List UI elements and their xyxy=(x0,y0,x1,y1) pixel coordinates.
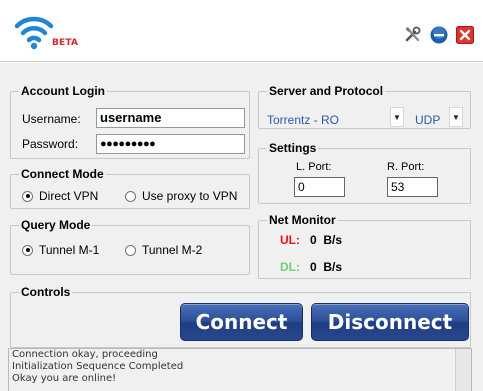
password-input[interactable]: ●●●●●●●●● xyxy=(96,134,245,154)
username-label: Username: xyxy=(22,112,81,126)
settings-group: Settings L. Port: 0 R. Port: 53 xyxy=(258,141,471,204)
net-monitor-title: Net Monitor xyxy=(267,213,338,227)
radio-tunnel-m2[interactable]: Tunnel M-2 xyxy=(125,243,202,257)
net-monitor-group: Net Monitor UL: 0 B/s DL: 0 B/s xyxy=(258,213,471,279)
chevron-down-icon: ▼ xyxy=(449,107,463,127)
server-protocol-group: Server and Protocol Torrentz - RO ▼ UDP … xyxy=(258,84,471,130)
username-input[interactable]: username xyxy=(96,108,245,128)
radio-indicator xyxy=(125,244,136,256)
radio-indicator xyxy=(22,190,33,202)
password-label: Password: xyxy=(22,137,79,151)
log-scrollbar[interactable] xyxy=(455,349,471,391)
radio-direct-vpn[interactable]: Direct VPN xyxy=(22,189,98,203)
disconnect-button[interactable]: Disconnect xyxy=(311,303,469,341)
protocol-select-value: UDP xyxy=(415,113,441,127)
controls-group: Controls Connect Disconnect xyxy=(10,285,471,348)
app-window: BETA Account Login Username: username Pa… xyxy=(0,0,483,391)
lport-label: L. Port: xyxy=(296,161,332,173)
radio-tunnel-m1[interactable]: Tunnel M-1 xyxy=(22,243,99,257)
wifi-logo-icon xyxy=(14,16,54,50)
connect-button[interactable]: Connect xyxy=(180,303,303,341)
connect-mode-title: Connect Mode xyxy=(19,167,106,181)
minimize-icon[interactable] xyxy=(430,26,448,44)
upload-label: UL: xyxy=(280,233,300,247)
radio-tunnel-m1-label: Tunnel M-1 xyxy=(39,243,100,257)
beta-badge: BETA xyxy=(52,38,79,48)
main-panel: Account Login Username: username Passwor… xyxy=(0,63,483,391)
lport-input[interactable]: 0 xyxy=(294,177,345,197)
account-login-title: Account Login xyxy=(19,84,107,98)
settings-title: Settings xyxy=(267,141,319,155)
radio-use-proxy-label: Use proxy to VPN xyxy=(142,189,238,203)
query-mode-group: Query Mode Tunnel M-1 Tunnel M-2 xyxy=(10,218,250,275)
log-line: Connection okay, proceeding xyxy=(12,349,158,360)
download-value: 0 B/s xyxy=(310,260,343,274)
header-bar: BETA xyxy=(0,0,483,62)
connect-mode-group: Connect Mode Direct VPN Use proxy to VPN xyxy=(10,167,250,209)
log-line: Initialization Sequence Completed xyxy=(12,361,184,372)
query-mode-title: Query Mode xyxy=(19,218,93,232)
rport-input[interactable]: 53 xyxy=(387,177,438,197)
server-protocol-title: Server and Protocol xyxy=(267,84,386,98)
radio-indicator xyxy=(22,244,33,256)
account-login-group: Account Login Username: username Passwor… xyxy=(10,84,250,159)
download-label: DL: xyxy=(280,260,300,274)
radio-direct-vpn-label: Direct VPN xyxy=(39,189,99,203)
server-select-value: Torrentz - RO xyxy=(267,113,340,127)
tools-icon[interactable] xyxy=(404,26,422,44)
radio-indicator xyxy=(125,190,136,202)
log-console[interactable]: Connection okay, proceeding Initializati… xyxy=(8,348,472,391)
server-select[interactable]: Torrentz - RO ▼ xyxy=(267,107,404,130)
radio-use-proxy[interactable]: Use proxy to VPN xyxy=(125,189,237,203)
protocol-select[interactable]: UDP ▼ xyxy=(415,107,465,130)
chevron-down-icon: ▼ xyxy=(390,107,404,127)
controls-title: Controls xyxy=(19,285,73,299)
close-icon[interactable] xyxy=(456,26,474,44)
upload-value: 0 B/s xyxy=(310,233,343,247)
radio-tunnel-m2-label: Tunnel M-2 xyxy=(142,243,203,257)
log-line: Okay you are online! xyxy=(12,373,117,384)
rport-label: R. Port: xyxy=(387,161,425,173)
